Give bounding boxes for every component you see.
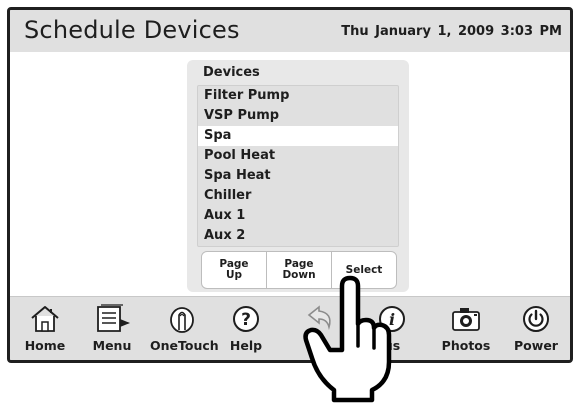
back-arrow-icon — [307, 305, 331, 331]
photos-label: Photos — [441, 338, 491, 353]
back-button[interactable]: Ba — [288, 303, 352, 359]
svg-text:i: i — [389, 310, 395, 329]
finger-touch-icon — [170, 307, 194, 333]
help-button[interactable]: ? Help — [214, 303, 278, 359]
page-down-button[interactable]: Page Down — [267, 252, 332, 288]
devices-list: Filter Pump VSP Pump Spa Pool Heat Spa H… — [197, 85, 399, 247]
bottom-toolbar: Home Menu OneTouch ? Help Ba i us Photos… — [10, 296, 570, 360]
photos-button[interactable]: Photos — [434, 303, 498, 359]
list-item-chiller[interactable]: Chiller — [198, 186, 398, 206]
list-item-filter-pump[interactable]: Filter Pump — [198, 86, 398, 106]
power-label: Power — [514, 338, 558, 353]
date-time: Thu January 1, 2009 3:03 PM — [341, 24, 562, 39]
devices-panel: Devices Filter Pump VSP Pump Spa Pool He… — [187, 60, 409, 292]
back-label: Ba — [311, 338, 329, 353]
menu-label: Menu — [92, 338, 132, 353]
home-label: Home — [24, 338, 66, 353]
list-item-spa[interactable]: Spa — [198, 126, 398, 146]
list-item-aux-1[interactable]: Aux 1 — [198, 206, 398, 226]
page-title: Schedule Devices — [24, 16, 240, 44]
menu-icon — [97, 304, 130, 332]
svg-text:?: ? — [241, 310, 251, 330]
onetouch-button[interactable]: OneTouch — [150, 303, 219, 359]
list-item-vsp-pump[interactable]: VSP Pump — [198, 106, 398, 126]
list-item-spa-heat[interactable]: Spa Heat — [198, 166, 398, 186]
camera-icon — [452, 308, 480, 331]
info-icon: i — [379, 306, 405, 332]
page-up-button[interactable]: Page Up — [202, 252, 267, 288]
devices-title: Devices — [203, 65, 260, 80]
home-button[interactable]: Home — [13, 303, 77, 359]
menu-button[interactable]: Menu — [80, 303, 144, 359]
help-label: Help — [229, 338, 263, 353]
list-button-group: Page Up Page Down Select — [201, 251, 397, 289]
header-bar: Schedule Devices Thu January 1, 2009 3:0… — [10, 10, 570, 52]
select-button[interactable]: Select — [332, 252, 396, 288]
power-button[interactable]: Power — [504, 303, 568, 359]
status-label: us — [383, 338, 401, 353]
status-button[interactable]: i us — [360, 303, 424, 359]
question-icon: ? — [233, 306, 259, 332]
list-item-pool-heat[interactable]: Pool Heat — [198, 146, 398, 166]
power-icon — [523, 306, 549, 332]
list-item-aux-2[interactable]: Aux 2 — [198, 226, 398, 246]
house-icon — [31, 306, 59, 332]
touchscreen: Schedule Devices Thu January 1, 2009 3:0… — [7, 7, 573, 363]
onetouch-label: OneTouch — [150, 338, 219, 353]
